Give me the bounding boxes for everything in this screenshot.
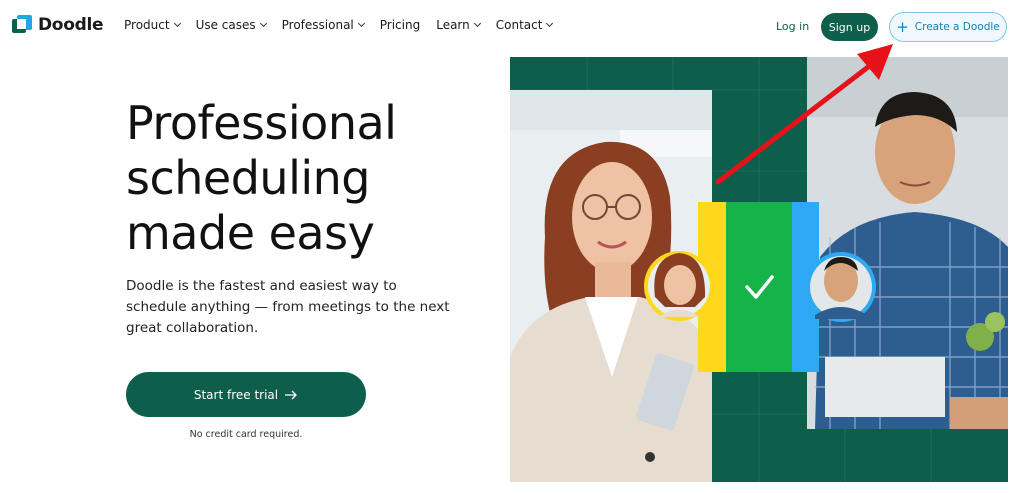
annotation-arrow — [715, 44, 893, 185]
